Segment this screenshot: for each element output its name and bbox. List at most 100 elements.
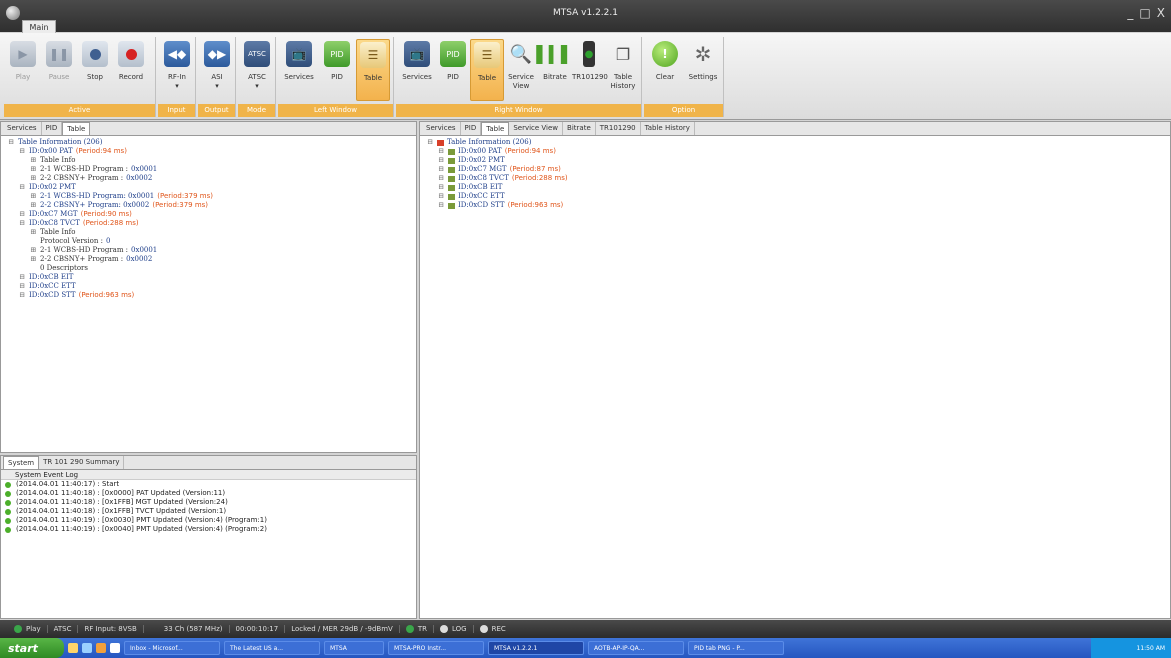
tree-row[interactable]: ⊟ ID:0xCD STT (Period:963 ms): [7, 291, 416, 300]
expand-icon[interactable]: ⊟: [18, 282, 26, 291]
taskbar-item[interactable]: Inbox - Microsof...: [124, 641, 220, 655]
taskbar-item[interactable]: AOTB-AP-IP-QA...: [588, 641, 684, 655]
expand-icon[interactable]: ⊟: [18, 273, 26, 282]
quicklaunch-icon[interactable]: [82, 643, 92, 653]
log-tab-system[interactable]: System: [3, 456, 40, 469]
tree-row[interactable]: ⊞ 2-1 WCBS-HD Program :0x0001: [7, 246, 416, 255]
tree-row[interactable]: ⊟ ID:0x00 PAT (Period:94 ms): [426, 147, 1170, 156]
right-tab-bitrate[interactable]: Bitrate: [563, 122, 596, 135]
taskbar-item[interactable]: MTSA v1.2.2.1: [488, 641, 584, 655]
tree-row[interactable]: ⊟ ID:0xCC ETT: [7, 282, 416, 291]
right-services-button[interactable]: 📺 Services: [400, 39, 434, 101]
right-table-button[interactable]: ☰ Table: [470, 39, 504, 101]
tree-row[interactable]: ⊟ ID:0xC8 TVCT (Period:288 ms): [7, 219, 416, 228]
tree-row[interactable]: ⊟ ID:0xCB EIT: [7, 273, 416, 282]
tree-row[interactable]: ⊞ Table Info: [7, 228, 416, 237]
rf-in-button[interactable]: ◀◆ RF-In ▾: [160, 39, 194, 101]
tree-row[interactable]: ⊟ ID:0xCD STT (Period:963 ms): [426, 201, 1170, 210]
expand-icon[interactable]: ⊟: [437, 201, 445, 210]
tree-row[interactable]: ⊞ 2-1 WCBS-HD Program: 0x0001 (Period:379 …: [7, 192, 416, 201]
minimize-button[interactable]: _: [1127, 6, 1133, 20]
close-button[interactable]: X: [1157, 6, 1165, 20]
tree-row[interactable]: ⊟ ID:0x00 PAT (Period:94 ms): [7, 147, 416, 156]
status-tr[interactable]: TR: [400, 625, 434, 633]
expand-icon[interactable]: ⊟: [7, 138, 15, 147]
expand-icon[interactable]: ⊞: [29, 174, 37, 183]
expand-icon[interactable]: ⊞: [29, 165, 37, 174]
table-history-button[interactable]: ❐ Table History: [606, 39, 640, 101]
taskbar-item[interactable]: MTSA-PRO Instr...: [388, 641, 484, 655]
tree-row[interactable]: ⊞ 2-2 CBSNY+ Program :0x0002: [7, 174, 416, 183]
quicklaunch-icon[interactable]: [96, 643, 106, 653]
expand-icon[interactable]: ⊟: [437, 156, 445, 165]
tree-row[interactable]: ⊞ 2-1 WCBS-HD Program :0x0001: [7, 165, 416, 174]
left-services-button[interactable]: 📺 Services: [282, 39, 316, 101]
play-button[interactable]: ▶ Play: [6, 39, 40, 101]
pause-button[interactable]: ❚❚ Pause: [42, 39, 76, 101]
right-tab-tr101290[interactable]: TR101290: [596, 122, 641, 135]
expand-icon[interactable]: ⊟: [437, 165, 445, 174]
expand-icon[interactable]: ⊟: [437, 192, 445, 201]
left-table-button[interactable]: ☰ Table: [356, 39, 390, 101]
log-tab-tr101290-summary[interactable]: TR 101 290 Summary: [39, 456, 125, 469]
tree-row[interactable]: ⊟ Table Information (206): [7, 138, 416, 147]
stop-button[interactable]: Stop: [78, 39, 112, 101]
expand-icon[interactable]: ⊟: [437, 174, 445, 183]
right-tab-table[interactable]: Table: [481, 122, 510, 135]
right-pid-button[interactable]: PID PID: [436, 39, 470, 101]
left-tab-pid[interactable]: PID: [42, 122, 63, 135]
expand-icon[interactable]: ⊟: [437, 183, 445, 192]
start-button[interactable]: start: [0, 638, 64, 658]
tree-row[interactable]: ⊞ Table Info: [7, 156, 416, 165]
tree-row[interactable]: ⊞ 2-2 CBSNY+ Program :0x0002: [7, 255, 416, 264]
tr101290-button[interactable]: ● TR101290: [572, 39, 608, 101]
left-pid-button[interactable]: PID PID: [320, 39, 354, 101]
maximize-button[interactable]: □: [1139, 6, 1150, 20]
asi-button[interactable]: ◆▶ ASI ▾: [200, 39, 234, 101]
atsc-button[interactable]: ATSC ATSC ▾: [240, 39, 274, 101]
right-tab-service-view[interactable]: Service View: [509, 122, 564, 135]
tree-row[interactable]: ⊟ ID:0xCC ETT: [426, 192, 1170, 201]
left-tab-table[interactable]: Table: [62, 122, 91, 135]
tree-row[interactable]: 0 Descriptors: [7, 264, 416, 273]
right-tab-services[interactable]: Services: [422, 122, 461, 135]
tree-row[interactable]: ⊟ ID:0xCB EIT: [426, 183, 1170, 192]
status-log[interactable]: LOG: [434, 625, 474, 633]
expand-icon[interactable]: ⊞: [29, 156, 37, 165]
expand-icon[interactable]: ⊟: [426, 138, 434, 147]
tree-row[interactable]: Protocol Version :0: [7, 237, 416, 246]
expand-icon[interactable]: ⊟: [18, 219, 26, 228]
service-view-button[interactable]: 🔍 Service View: [504, 39, 538, 101]
tree-row[interactable]: ⊟ ID:0x02 PMT: [7, 183, 416, 192]
taskbar-item[interactable]: PID tab PNG - P...: [688, 641, 784, 655]
right-tab-pid[interactable]: PID: [461, 122, 482, 135]
bitrate-button[interactable]: ▌▍▌ Bitrate: [537, 39, 574, 101]
expand-icon[interactable]: ⊟: [18, 183, 26, 192]
clear-button[interactable]: ! Clear: [648, 39, 682, 101]
record-button[interactable]: Record: [114, 39, 148, 101]
quicklaunch-icon[interactable]: [68, 643, 78, 653]
tree-row[interactable]: ⊞ 2-2 CBSNY+ Program: 0x0002 (Period:379 m…: [7, 201, 416, 210]
left-tab-services[interactable]: Services: [3, 122, 42, 135]
expand-icon[interactable]: ⊞: [29, 246, 37, 255]
quicklaunch-icon[interactable]: [110, 643, 120, 653]
tree-row[interactable]: ⊟ ID:0xC7 MGT (Period:87 ms): [426, 165, 1170, 174]
expand-icon[interactable]: ⊞: [29, 228, 37, 237]
tree-row[interactable]: ⊟ ID:0xC8 TVCT (Period:288 ms): [426, 174, 1170, 183]
expand-icon[interactable]: ⊟: [18, 210, 26, 219]
status-rec[interactable]: REC: [474, 625, 512, 633]
expand-icon[interactable]: ⊟: [437, 147, 445, 156]
expand-icon[interactable]: ⊟: [18, 291, 26, 300]
tree-row[interactable]: ⊟ Table Information (206): [426, 138, 1170, 147]
expand-icon[interactable]: ⊞: [29, 192, 37, 201]
tree-row[interactable]: ⊟ ID:0x02 PMT: [426, 156, 1170, 165]
expand-icon[interactable]: ⊞: [29, 255, 37, 264]
ribbon-tab-main[interactable]: Main: [22, 20, 56, 34]
expand-icon[interactable]: ⊟: [18, 147, 26, 156]
right-tab-table-history[interactable]: Table History: [641, 122, 695, 135]
settings-button[interactable]: ✲ Settings: [686, 39, 720, 101]
taskbar-item[interactable]: The Latest US a...: [224, 641, 320, 655]
tree-row[interactable]: ⊟ ID:0xC7 MGT (Period:90 ms): [7, 210, 416, 219]
expand-icon[interactable]: ⊞: [29, 201, 37, 210]
taskbar-item[interactable]: MTSA: [324, 641, 384, 655]
